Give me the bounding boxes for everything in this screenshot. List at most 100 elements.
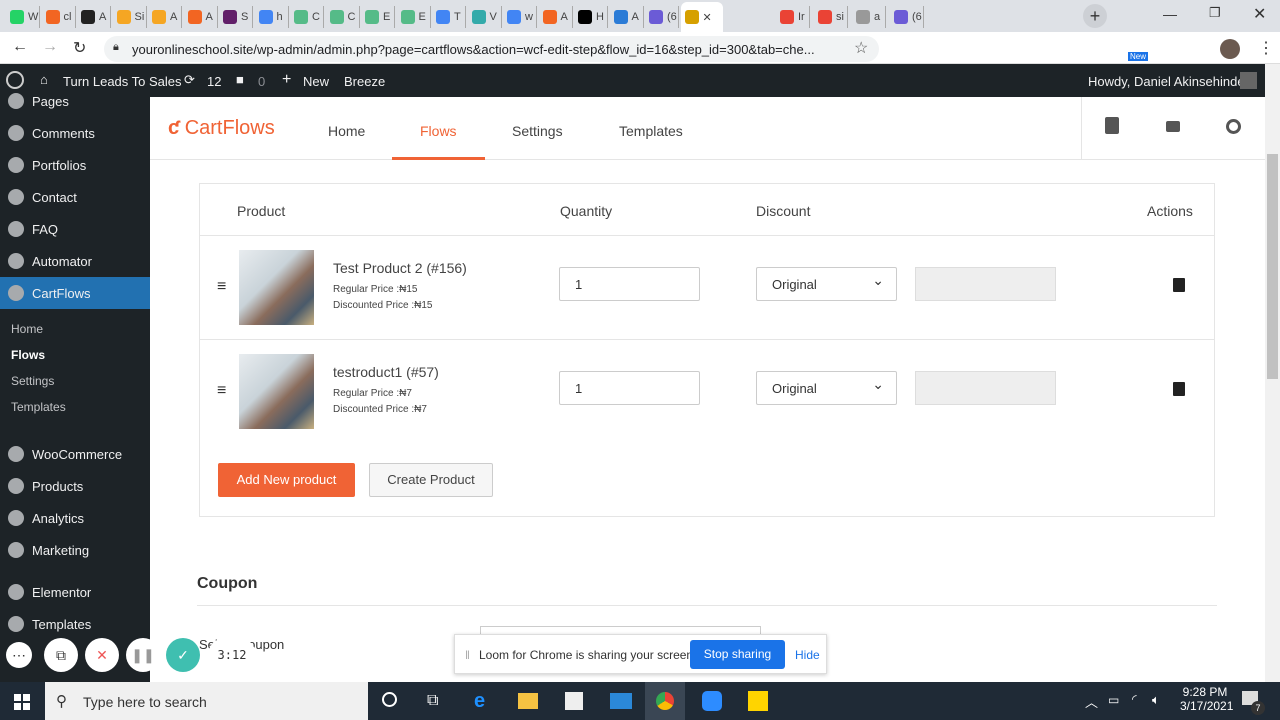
sidebar-item-marketing[interactable]: Marketing: [0, 534, 150, 566]
sidebar-item-automator[interactable]: Automator: [0, 245, 150, 277]
restore-button[interactable]: ❐: [1209, 5, 1221, 21]
taskbar-clock[interactable]: 9:28 PM 3/17/2021: [1180, 685, 1233, 713]
browser-tab[interactable]: (6: [645, 6, 679, 28]
cortana-icon[interactable]: [382, 692, 397, 707]
loom-more-icon[interactable]: ⋯: [6, 642, 32, 668]
quantity-input[interactable]: 1: [559, 371, 700, 405]
updates-count[interactable]: 12: [207, 74, 221, 89]
wifi-icon[interactable]: ◜: [1132, 692, 1137, 706]
browser-tab[interactable]: C: [326, 6, 360, 28]
cartflows-logo[interactable]: ƈ CartFlows: [168, 117, 275, 140]
sidebar-item-comments[interactable]: Comments: [0, 117, 150, 149]
browser-tab[interactable]: Ir: [776, 6, 810, 28]
howdy-user[interactable]: Howdy, Daniel Akinsehinde: [1088, 74, 1245, 89]
browser-tab[interactable]: a: [852, 6, 886, 28]
nav-flows[interactable]: Flows: [420, 123, 457, 139]
bookmark-star-icon[interactable]: ☆: [854, 38, 868, 58]
sidebar-item-elementor[interactable]: Elementor: [0, 576, 150, 608]
sidebar-item-faq[interactable]: FAQ: [0, 213, 150, 245]
zoom-icon[interactable]: [702, 691, 722, 711]
submenu-settings[interactable]: Settings: [11, 374, 54, 388]
chrome-menu-icon[interactable]: ⋮: [1258, 38, 1274, 58]
sidebar-item-templates[interactable]: Templates: [0, 608, 150, 640]
browser-tab[interactable]: H: [574, 6, 608, 28]
scrollbar-thumb[interactable]: [1267, 154, 1278, 379]
browser-tab[interactable]: cl: [42, 6, 76, 28]
back-icon[interactable]: ←: [12, 38, 28, 56]
sticky-notes-icon[interactable]: [748, 691, 768, 711]
chrome-taskbar-button[interactable]: [645, 682, 685, 720]
browser-tab[interactable]: A: [539, 6, 573, 28]
nav-settings[interactable]: Settings: [512, 123, 563, 139]
url-input[interactable]: youronlineschool.site/wp-admin/admin.php…: [104, 36, 879, 62]
browser-tab[interactable]: T: [432, 6, 466, 28]
trash-icon[interactable]: [1173, 382, 1185, 396]
browser-tab[interactable]: S: [219, 6, 253, 28]
trash-icon[interactable]: [1173, 278, 1185, 292]
taskbar-search[interactable]: Type here to search: [45, 682, 368, 720]
battery-icon[interactable]: ▭: [1108, 693, 1119, 707]
reload-icon[interactable]: ↻: [73, 38, 86, 58]
comments-count[interactable]: 0: [258, 74, 265, 89]
browser-tab[interactable]: ✕: [680, 2, 723, 32]
new-tab-button[interactable]: +: [1083, 4, 1107, 28]
mail-icon[interactable]: [610, 693, 632, 709]
browser-tab[interactable]: A: [184, 6, 218, 28]
breeze-link[interactable]: Breeze: [344, 74, 385, 89]
discount-value-input[interactable]: [915, 371, 1056, 405]
browser-tab[interactable]: w: [503, 6, 537, 28]
create-product-button[interactable]: Create Product: [369, 463, 493, 497]
drag-handle-icon[interactable]: ≡: [217, 278, 226, 296]
browser-tab[interactable]: E: [397, 6, 431, 28]
task-view-icon[interactable]: ⧉: [427, 692, 438, 710]
drag-handle-icon[interactable]: ≡: [217, 382, 226, 400]
loom-pause-icon[interactable]: ❚❚: [126, 638, 160, 672]
discount-type-select[interactable]: Original: [756, 267, 897, 301]
submenu-templates[interactable]: Templates: [11, 400, 66, 414]
close-window-button[interactable]: ✕: [1253, 4, 1266, 24]
loom-cancel-icon[interactable]: ✕: [85, 638, 119, 672]
browser-tab[interactable]: V: [468, 6, 502, 28]
browser-tab[interactable]: A: [148, 6, 182, 28]
edge-icon[interactable]: e: [474, 690, 485, 713]
forward-icon[interactable]: →: [42, 38, 58, 56]
discount-value-input[interactable]: [915, 267, 1056, 301]
sidebar-item-analytics[interactable]: Analytics: [0, 502, 150, 534]
profile-avatar[interactable]: [1220, 39, 1240, 59]
support-icon[interactable]: [1226, 119, 1241, 134]
quantity-input[interactable]: 1: [559, 267, 700, 301]
store-icon[interactable]: [565, 692, 583, 710]
new-link[interactable]: New: [303, 74, 329, 89]
sidebar-item-contact[interactable]: Contact: [0, 181, 150, 213]
browser-tab[interactable]: A: [610, 6, 644, 28]
nav-home[interactable]: Home: [328, 123, 365, 139]
tray-chevron-icon[interactable]: ︿: [1085, 692, 1098, 711]
scrollbar[interactable]: [1265, 64, 1280, 682]
docs-icon[interactable]: [1105, 117, 1119, 134]
hide-button[interactable]: Hide: [795, 648, 820, 662]
browser-tab[interactable]: E: [361, 6, 395, 28]
browser-tab[interactable]: (6: [890, 6, 924, 28]
add-new-product-button[interactable]: Add New product: [218, 463, 355, 497]
browser-tab[interactable]: A: [77, 6, 111, 28]
discount-type-select[interactable]: Original: [756, 371, 897, 405]
browser-tab[interactable]: h: [255, 6, 289, 28]
browser-tab[interactable]: si: [814, 6, 848, 28]
nav-templates[interactable]: Templates: [619, 123, 683, 139]
browser-tab[interactable]: C: [290, 6, 324, 28]
sidebar-item-pages[interactable]: Pages: [0, 85, 150, 117]
submenu-flows[interactable]: Flows: [11, 348, 45, 362]
submenu-home[interactable]: Home: [11, 322, 43, 336]
drag-grip-icon[interactable]: ‖: [465, 648, 470, 662]
video-icon[interactable]: [1166, 121, 1180, 132]
sidebar-item-woocommerce[interactable]: WooCommerce: [0, 438, 150, 470]
start-icon[interactable]: [14, 694, 30, 710]
browser-tab[interactable]: W: [6, 6, 40, 28]
sidebar-item-products[interactable]: Products: [0, 470, 150, 502]
stop-sharing-button[interactable]: Stop sharing: [690, 640, 785, 669]
file-explorer-icon[interactable]: [518, 693, 538, 709]
loom-finish-icon[interactable]: ✓: [166, 638, 200, 672]
loom-camera-icon[interactable]: ⧉: [44, 638, 78, 672]
volume-icon[interactable]: 🔈︎: [1152, 692, 1160, 708]
minimize-button[interactable]: —: [1163, 6, 1177, 22]
